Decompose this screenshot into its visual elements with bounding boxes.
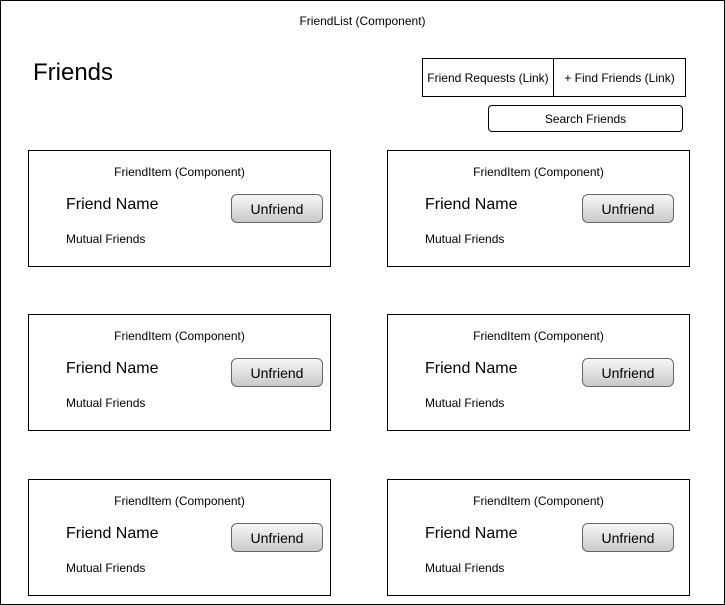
friend-item-component-label: FriendItem (Component) bbox=[114, 165, 245, 179]
mutual-friends: Mutual Friends bbox=[425, 396, 505, 410]
friend-item-card: FriendItem (Component) Friend Name Mutua… bbox=[387, 479, 690, 596]
friend-item-card: FriendItem (Component) Friend Name Mutua… bbox=[28, 314, 331, 431]
mutual-friends: Mutual Friends bbox=[425, 232, 505, 246]
friend-name: Friend Name bbox=[425, 525, 518, 542]
unfriend-button[interactable]: Unfriend bbox=[231, 194, 323, 223]
mutual-friends: Mutual Friends bbox=[66, 232, 146, 246]
unfriend-button[interactable]: Unfriend bbox=[582, 358, 674, 387]
unfriend-button[interactable]: Unfriend bbox=[231, 523, 323, 552]
friend-requests-link[interactable]: Friend Requests (Link) bbox=[423, 59, 554, 96]
link-group: Friend Requests (Link) + Find Friends (L… bbox=[422, 58, 686, 97]
unfriend-button[interactable]: Unfriend bbox=[231, 358, 323, 387]
unfriend-button[interactable]: Unfriend bbox=[582, 194, 674, 223]
friend-name: Friend Name bbox=[66, 360, 159, 377]
friend-name: Friend Name bbox=[66, 525, 159, 542]
friend-list-component-label: FriendList (Component) bbox=[299, 14, 426, 28]
friend-item-card: FriendItem (Component) Friend Name Mutua… bbox=[387, 314, 690, 431]
mutual-friends: Mutual Friends bbox=[425, 561, 505, 575]
page-title: Friends bbox=[33, 59, 114, 86]
mutual-friends: Mutual Friends bbox=[66, 396, 146, 410]
mutual-friends: Mutual Friends bbox=[66, 561, 146, 575]
friend-item-component-label: FriendItem (Component) bbox=[114, 329, 245, 343]
search-friends-input[interactable]: Search Friends bbox=[488, 105, 683, 132]
friend-item-card: FriendItem (Component) Friend Name Mutua… bbox=[28, 150, 331, 267]
friend-item-card: FriendItem (Component) Friend Name Mutua… bbox=[28, 479, 331, 596]
friend-name: Friend Name bbox=[66, 196, 159, 213]
friend-name: Friend Name bbox=[425, 196, 518, 213]
friend-item-component-label: FriendItem (Component) bbox=[473, 494, 604, 508]
friend-item-component-label: FriendItem (Component) bbox=[473, 329, 604, 343]
friend-list-component: FriendList (Component) Friends Friend Re… bbox=[0, 0, 725, 605]
find-friends-link[interactable]: + Find Friends (Link) bbox=[554, 59, 685, 96]
friend-item-component-label: FriendItem (Component) bbox=[114, 494, 245, 508]
unfriend-button[interactable]: Unfriend bbox=[582, 523, 674, 552]
friend-item-card: FriendItem (Component) Friend Name Mutua… bbox=[387, 150, 690, 267]
friend-name: Friend Name bbox=[425, 360, 518, 377]
friend-item-component-label: FriendItem (Component) bbox=[473, 165, 604, 179]
